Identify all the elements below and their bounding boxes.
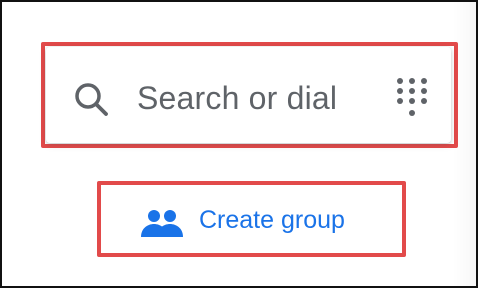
create-group-label[interactable]: Create group [199, 204, 345, 236]
dialpad-icon[interactable] [394, 75, 430, 119]
group-icon[interactable] [138, 208, 186, 238]
search-input[interactable]: Search or dial [137, 78, 337, 118]
screenshot-frame: Search or dial Create group [0, 0, 478, 288]
search-icon[interactable] [73, 81, 109, 117]
